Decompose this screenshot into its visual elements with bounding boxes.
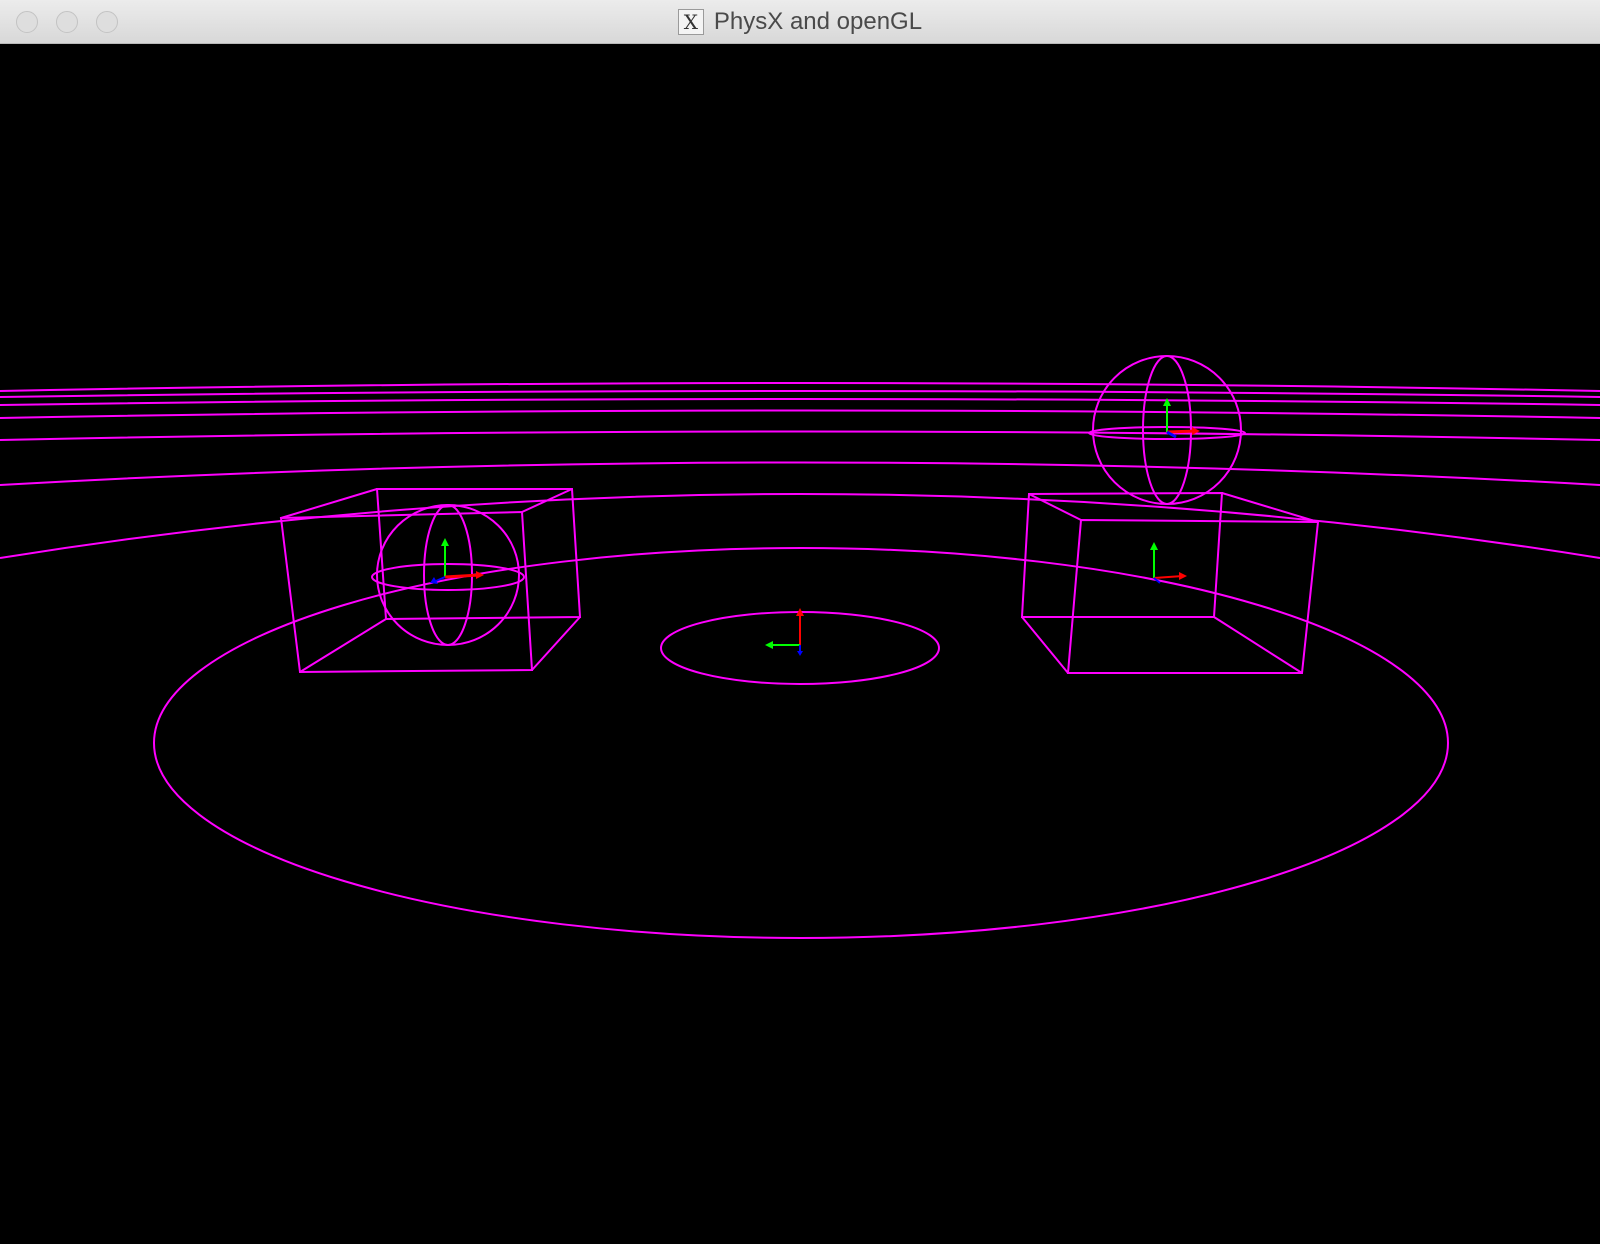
axis-gizmo-left xyxy=(430,538,484,584)
axis-gizmo-right-box xyxy=(1150,542,1187,584)
app-window: X PhysX and openGL xyxy=(0,0,1600,1244)
axis-gizmo-right-sphere xyxy=(1163,398,1200,439)
left-box xyxy=(279,488,582,674)
title-group: X PhysX and openGL xyxy=(0,0,1600,44)
left-sphere xyxy=(371,504,525,646)
axis-gizmo-center xyxy=(765,608,804,656)
ground-ring xyxy=(153,547,1449,939)
opengl-viewport[interactable] xyxy=(0,44,1600,1244)
scene-canvas xyxy=(0,355,1600,939)
title-bar[interactable]: X PhysX and openGL xyxy=(0,0,1600,44)
ground-plane xyxy=(0,382,1600,559)
x11-icon: X xyxy=(677,9,704,35)
window-title: PhysX and openGL xyxy=(713,8,923,35)
